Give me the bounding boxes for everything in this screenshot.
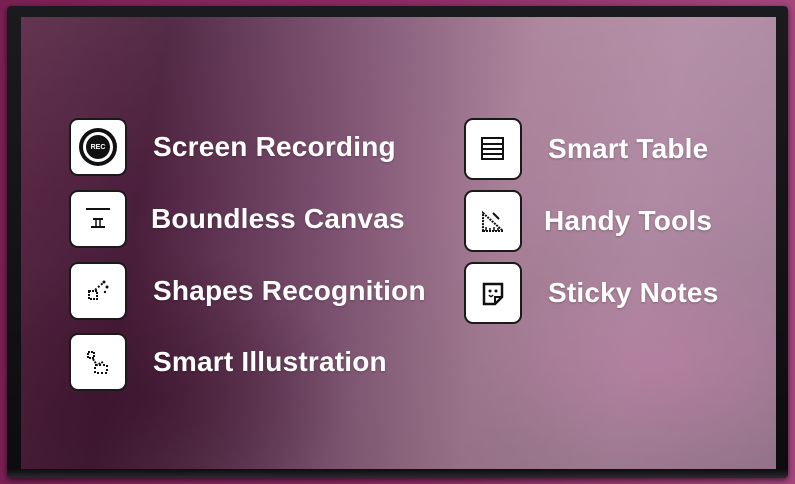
feature-smart-table: Smart Table	[464, 118, 708, 180]
feature-screen-recording: REC Screen Recording	[69, 118, 396, 176]
ruler-icon	[464, 190, 522, 252]
canvas-icon	[69, 190, 127, 248]
sticky-note-icon	[464, 262, 522, 324]
illustration-icon	[69, 333, 127, 391]
feature-label: Handy Tools	[544, 205, 713, 236]
feature-sticky-notes: Sticky Notes	[464, 262, 718, 324]
feature-boundless-canvas: Boundless Canvas	[69, 190, 405, 248]
screen: REC Screen Recording Boundless Canvas Sh…	[21, 17, 776, 469]
feature-shapes-recognition: Shapes Recognition	[69, 262, 426, 320]
shapes-icon	[69, 262, 127, 320]
feature-label: Boundless Canvas	[151, 203, 405, 234]
table-icon	[464, 118, 522, 180]
feature-handy-tools: Handy Tools	[464, 190, 712, 252]
feature-label: Smart Table	[548, 133, 709, 164]
feature-label: Smart Illustration	[153, 346, 387, 377]
feature-label: Shapes Recognition	[153, 275, 426, 306]
feature-label: Screen Recording	[153, 131, 396, 162]
rec-badge: REC	[86, 135, 110, 159]
feature-smart-illustration: Smart Illustration	[69, 333, 387, 391]
rec-icon: REC	[69, 118, 127, 176]
feature-label: Sticky Notes	[548, 277, 719, 308]
